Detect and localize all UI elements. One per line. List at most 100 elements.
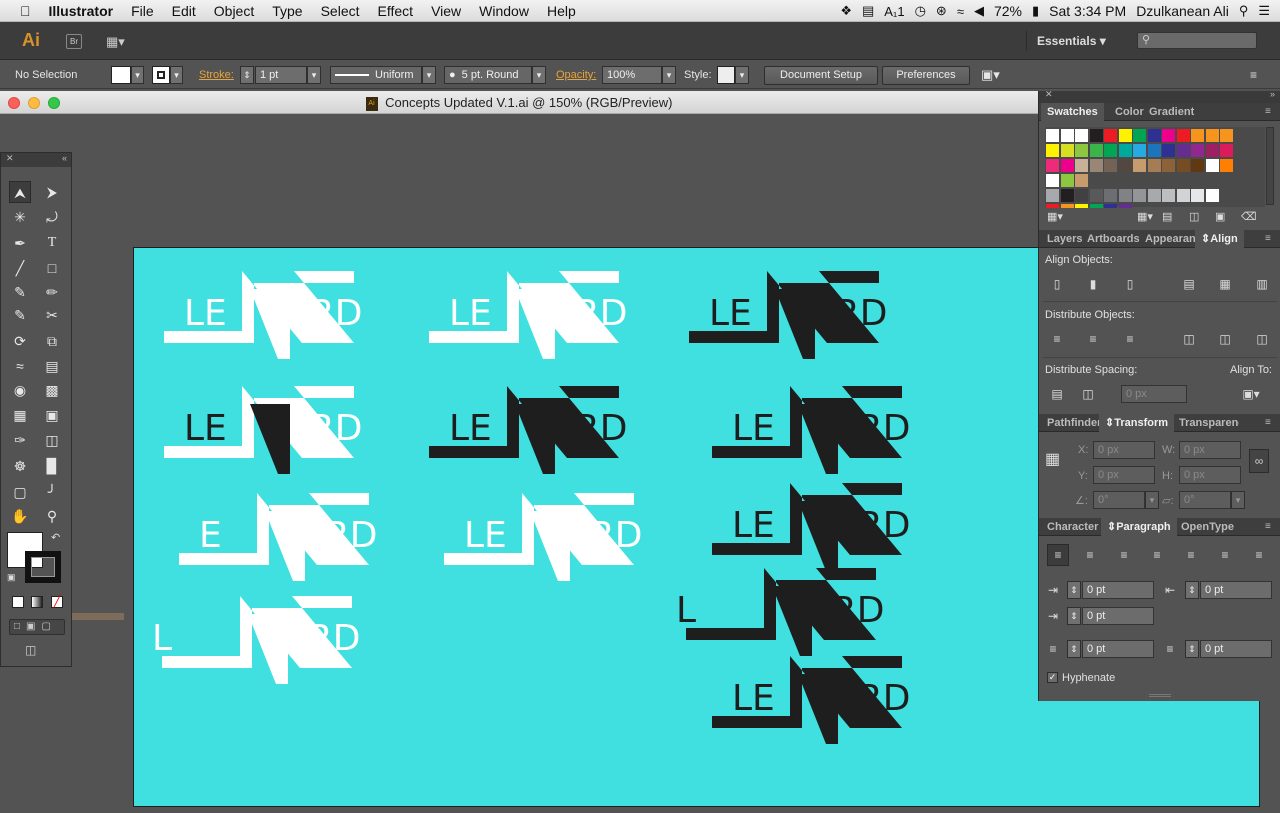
logo-concept[interactable]: LE ERD [444,493,642,581]
zoom-window-button[interactable] [48,97,60,109]
logo-concept[interactable]: LE ERD [712,483,910,571]
right-indent-field[interactable]: 0 pt [1200,581,1272,599]
justify-all-icon[interactable]: ≡ [1250,546,1268,564]
menu-help[interactable]: Help [538,3,585,19]
color-swatch[interactable] [1191,129,1204,142]
color-swatch[interactable] [1133,189,1146,202]
color-mode-icon[interactable] [12,596,24,608]
color-swatch[interactable] [1220,159,1233,172]
variable-width-profile[interactable]: Uniform [330,66,422,84]
search-input[interactable]: ⚲ [1137,32,1257,49]
color-swatch[interactable] [1205,144,1219,157]
color-swatch[interactable] [1162,159,1175,172]
bluetooth-icon[interactable]: ⊛ [936,3,947,19]
swatch-options-icon[interactable]: ▤ [1162,210,1172,223]
y-field[interactable]: 0 px [1093,466,1155,484]
gradient-mode-icon[interactable] [31,596,43,608]
line-segment-tool-icon[interactable]: ╱ [9,257,31,279]
tab-appearance[interactable]: Appearan [1139,230,1195,248]
tab-swatches[interactable]: Swatches [1041,103,1104,121]
stroke-stepper[interactable]: ⇕ [240,66,254,84]
shaper-tool-icon[interactable]: ✎ [9,304,31,326]
menu-object[interactable]: Object [205,3,263,19]
color-swatch[interactable] [1104,144,1117,157]
align-horizontal-center-icon[interactable]: ▮ [1084,275,1102,293]
magic-wand-tool-icon[interactable]: ✳ [9,206,31,228]
color-swatch[interactable] [1089,144,1103,157]
align-top-icon[interactable]: ▤ [1180,275,1198,293]
logo-concept[interactable]: LE ERD [689,271,887,359]
eyedropper-tool-icon[interactable]: ✑ [9,429,31,451]
stroke-label[interactable]: Stroke: [199,67,234,83]
color-swatch[interactable] [1205,129,1219,142]
color-swatch[interactable] [1220,144,1233,157]
distribute-top-icon[interactable]: ≡ [1048,330,1066,348]
color-swatch[interactable] [1118,189,1132,202]
none-mode-icon[interactable]: ╱ [51,596,63,608]
slice-tool-icon[interactable]: ╯ [41,481,63,503]
rotate-tool-icon[interactable]: ⟳ [9,330,31,352]
color-swatch[interactable] [1162,189,1175,202]
stroke-weight-field[interactable]: 1 pt [255,66,307,84]
column-graph-tool-icon[interactable]: ▉ [41,455,63,477]
color-swatch[interactable] [1075,174,1088,187]
artboard-tool-icon[interactable]: ▢ [9,481,31,503]
volume-icon[interactable]: ◀ [974,3,984,19]
scale-tool-icon[interactable]: ⧉ [41,330,63,352]
paragraph-panel-menu-icon[interactable]: ≡ [1259,518,1277,536]
align-bottom-icon[interactable]: ▥ [1253,275,1271,293]
transform-panel-menu-icon[interactable]: ≡ [1259,414,1277,432]
show-swatch-kinds-icon[interactable]: ▦▾ [1137,210,1153,223]
color-swatch[interactable] [1162,129,1175,142]
shear-dropdown[interactable]: ▾ [1231,491,1245,509]
zoom-tool-icon[interactable]: ⚲ [41,505,63,527]
tab-opentype[interactable]: OpenType [1175,518,1240,536]
color-swatch[interactable] [1147,144,1161,157]
color-swatch[interactable] [1176,144,1190,157]
time-machine-icon[interactable]: ◷ [915,3,926,19]
tools-collapse-icon[interactable]: « [62,153,67,163]
preferences-button[interactable]: Preferences [882,66,970,85]
shear-field[interactable]: 0° [1179,491,1231,509]
default-colors-icon[interactable]: ▣ [7,572,16,583]
opacity-dropdown[interactable]: ▾ [662,66,676,84]
new-swatch-icon[interactable]: ▣ [1215,210,1225,223]
color-swatch[interactable] [1220,129,1233,142]
color-swatch[interactable] [1205,189,1219,202]
reference-point-icon[interactable]: ▦ [1045,451,1063,469]
color-swatch[interactable] [1147,189,1161,202]
menu-select[interactable]: Select [312,3,369,19]
color-swatch[interactable] [1060,174,1074,187]
distribute-spacing-field[interactable]: 0 px [1121,385,1187,403]
graphic-style-dropdown[interactable]: ▾ [735,66,749,84]
color-swatch[interactable] [1089,189,1103,202]
logo-concept[interactable]: E ERD [179,493,377,581]
first-line-indent-stepper[interactable]: ⇕ [1067,607,1081,625]
symbol-sprayer-tool-icon[interactable]: ☸ [9,455,31,477]
logo-concept[interactable]: LE ERD [712,656,910,744]
workspace-switcher[interactable]: Essentials ▾ [1026,31,1126,51]
menu-edit[interactable]: Edit [163,3,205,19]
adobe-cc-icon[interactable]: A₁1 [884,4,904,19]
color-swatch[interactable] [1046,174,1059,187]
color-swatch[interactable] [1118,159,1132,172]
distribute-horizontal-center-icon[interactable]: ◫ [1216,330,1234,348]
first-line-indent-field[interactable]: 0 pt [1082,607,1154,625]
vertical-distribute-space-icon[interactable]: ▤ [1048,385,1066,403]
color-swatch[interactable] [1089,159,1103,172]
color-swatch[interactable] [1075,144,1088,157]
color-swatch[interactable] [1133,129,1146,142]
color-swatch[interactable] [1104,159,1117,172]
apple-menu[interactable]:  [0,3,40,19]
swap-colors-icon[interactable]: ↶ [51,531,60,544]
menu-view[interactable]: View [422,3,470,19]
panel-resize-grip[interactable] [1149,694,1171,697]
color-swatch[interactable] [1060,159,1074,172]
user-name[interactable]: Dzulkanean Ali [1136,3,1229,19]
justify-last-center-icon[interactable]: ≡ [1182,546,1200,564]
clipboard-icon[interactable]: ▤ [862,3,874,19]
dock-collapse-icon[interactable]: » [1270,89,1275,99]
distribute-right-icon[interactable]: ◫ [1253,330,1271,348]
h-field[interactable]: 0 px [1179,466,1241,484]
menu-type[interactable]: Type [263,3,311,19]
